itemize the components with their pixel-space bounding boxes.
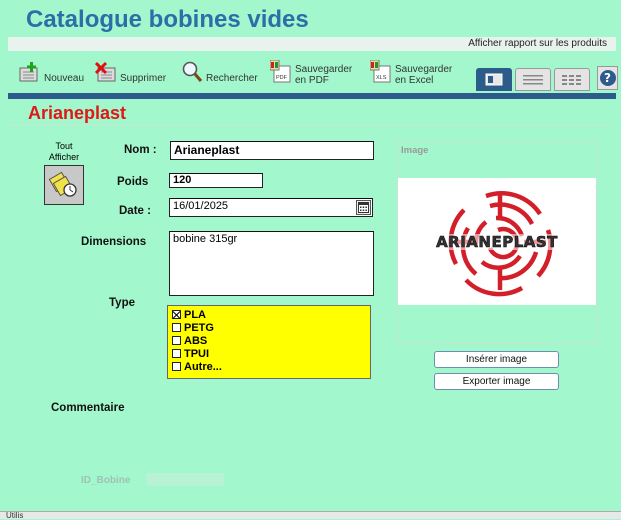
save-excel-label-line2: en Excel [395, 75, 434, 86]
type-option-petg[interactable]: PETG [172, 321, 366, 334]
form-view-tab[interactable] [476, 68, 512, 91]
calendar-icon [358, 202, 369, 213]
toolbar-divider [8, 93, 616, 99]
new-button-label: Nouveau [44, 73, 85, 84]
grid-view-tab[interactable] [554, 68, 590, 91]
id-field[interactable] [146, 473, 224, 486]
save-excel-label: Sauvegarder en Excel [395, 64, 452, 86]
save-pdf-label-line2: en PDF [295, 75, 329, 86]
date-label: Date : [119, 205, 151, 217]
dimensions-label: Dimensions [81, 236, 147, 248]
pdf-icon-text: PDF [276, 75, 288, 81]
checkbox-pla[interactable] [172, 310, 181, 319]
xls-icon-text: XLS [376, 75, 387, 81]
header-separator [8, 125, 612, 126]
type-option-abs[interactable]: ABS [172, 334, 366, 347]
type-option-label: ABS [184, 334, 208, 347]
name-label: Nom : [124, 144, 157, 156]
help-button[interactable]: ? [597, 66, 618, 90]
calendar-button[interactable] [356, 200, 371, 215]
new-button[interactable]: Nouveau [19, 60, 84, 90]
list-view-icon [523, 74, 543, 84]
type-label: Type [109, 297, 135, 309]
delete-record-icon [94, 60, 117, 84]
save-excel-label-line1: Sauvegarder [395, 64, 453, 75]
save-excel-button[interactable]: XLS Sauvegarder en Excel [369, 59, 452, 90]
checkbox-petg[interactable] [172, 323, 181, 332]
dimensions-field[interactable]: bobine 315gr [169, 231, 374, 296]
show-all-button[interactable] [44, 165, 84, 205]
form-title: Catalogue bobines vides [26, 6, 309, 33]
delete-button[interactable]: Supprimer [94, 60, 167, 90]
show-all-label-line1: Tout [55, 141, 73, 151]
search-icon [181, 60, 203, 84]
save-pdf-label: Sauvegarder en PDF [295, 64, 352, 86]
insert-image-button[interactable]: Insérer image [434, 351, 559, 368]
weight-label: Poids [117, 176, 149, 188]
save-pdf-label-line1: Sauvegarder [295, 64, 353, 75]
type-option-label: PETG [184, 321, 214, 334]
save-pdf-button[interactable]: PDF Sauvegarder en PDF [269, 59, 352, 90]
arianeplast-logo: ARIANEPLAST [404, 191, 590, 297]
weight-field[interactable]: 120 [169, 173, 263, 188]
comment-label: Commentaire [51, 402, 125, 414]
show-all-icon [48, 171, 77, 197]
checkbox-abs[interactable] [172, 336, 181, 345]
export-image-button[interactable]: Exporter image [434, 373, 559, 390]
type-checkbox-group: PLA PETG ABS TPUI Autre... [167, 305, 371, 379]
new-record-icon [19, 60, 41, 84]
type-option-label: TPUI [184, 347, 210, 360]
list-view-tab[interactable] [515, 68, 551, 91]
name-field[interactable]: Arianeplast [170, 141, 374, 160]
help-icon: ? [599, 70, 616, 86]
search-button-label: Rechercher [206, 73, 258, 84]
status-bar: Utilis [0, 511, 621, 520]
type-option-label: PLA [184, 308, 206, 321]
date-field[interactable]: 16/01/2025 [169, 198, 373, 217]
excel-icon: XLS [369, 59, 392, 84]
show-all-label: Tout Afficher [45, 141, 83, 163]
product-image: ARIANEPLAST [398, 178, 596, 305]
record-title: Arianeplast [28, 103, 127, 123]
type-option-pla[interactable]: PLA [172, 308, 366, 321]
delete-button-label: Supprimer [120, 73, 167, 84]
id-label: ID_Bobine [81, 475, 131, 486]
logo-text: ARIANEPLAST [436, 233, 558, 251]
type-option-label: Autre... [184, 360, 222, 373]
show-all-label-line2: Afficher [48, 152, 80, 162]
type-option-tpui[interactable]: TPUI [172, 347, 366, 360]
checkbox-tpui[interactable] [172, 349, 181, 358]
grid-view-icon [562, 74, 581, 85]
pdf-icon: PDF [269, 59, 292, 84]
form-view-icon [485, 73, 503, 86]
type-option-autre[interactable]: Autre... [172, 360, 366, 373]
checkbox-autre[interactable] [172, 362, 181, 371]
image-label: Image [401, 145, 429, 156]
show-report-link[interactable]: Afficher rapport sur les produits [468, 38, 607, 49]
search-button[interactable]: Rechercher [181, 60, 258, 90]
date-value: 16/01/2025 [173, 200, 229, 212]
